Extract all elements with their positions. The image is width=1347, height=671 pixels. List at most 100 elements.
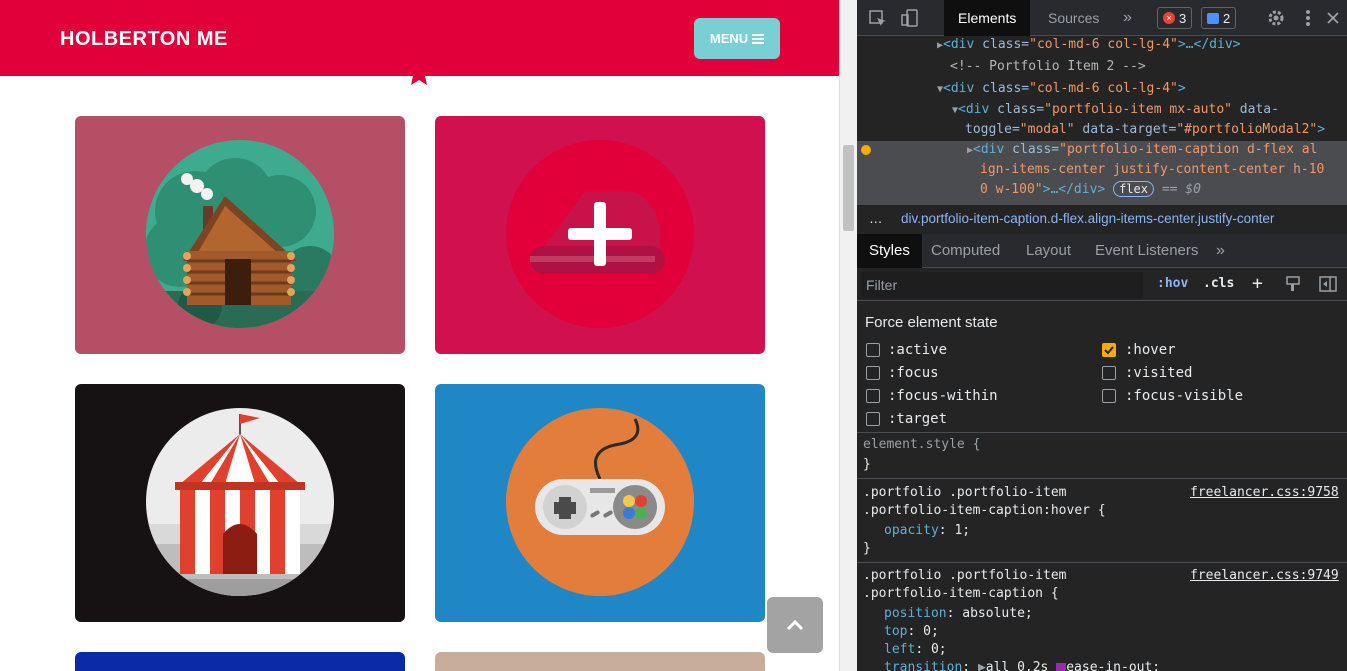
scroll-to-top-button[interactable] xyxy=(767,597,823,653)
rule-divider xyxy=(857,478,1347,479)
more-tabs-icon[interactable]: » xyxy=(1123,0,1132,36)
circus-tent-icon xyxy=(146,408,334,596)
brand-logo[interactable]: HOLBERTON ME xyxy=(60,28,228,51)
portfolio-item-6[interactable] xyxy=(435,652,765,671)
element-style-selector[interactable]: element.style { xyxy=(863,437,980,452)
menu-button[interactable]: MENU xyxy=(694,18,780,59)
breadcrumb-item[interactable]: div.portfolio-item-caption.d-flex.align-… xyxy=(901,211,1274,226)
force-state-title: Force element state xyxy=(865,314,998,331)
close-devtools-icon[interactable] xyxy=(1326,11,1340,25)
dom-tag-end: >…</div> xyxy=(1042,182,1106,197)
css-prop: transition xyxy=(884,660,963,671)
tab-computed[interactable]: Computed xyxy=(931,234,1000,268)
checkbox-focus-within[interactable] xyxy=(866,389,880,403)
dom-node-col-1[interactable]: ▶<div class="col-md-6 col-lg-4">…</div> xyxy=(937,37,1240,52)
portfolio-item-5[interactable] xyxy=(75,652,405,671)
dom-attr: data-target= xyxy=(1074,122,1177,137)
rule1-selector-2[interactable]: .portfolio-item-caption:hover { xyxy=(863,503,1106,518)
checkbox-active[interactable] xyxy=(866,343,880,357)
tab-layout[interactable]: Layout xyxy=(1026,234,1071,268)
rule2-selector-2[interactable]: .portfolio-item-caption { xyxy=(863,586,1059,601)
dom-comment[interactable]: <!-- Portfolio Item 2 --> xyxy=(950,59,1146,74)
css-prop: top xyxy=(884,624,908,639)
dom-val: "portfolio-item mx-auto" xyxy=(1044,102,1232,117)
dom-attr: toggle= xyxy=(965,122,1020,137)
messages-count: 2 xyxy=(1223,10,1231,26)
dom-val: "col-md-6 col-lg-4" xyxy=(1029,37,1178,52)
add-rule-icon[interactable]: + xyxy=(1252,273,1263,294)
checkbox-hover[interactable] xyxy=(1102,343,1116,357)
checkbox-target[interactable] xyxy=(866,412,880,426)
css-val: 0; xyxy=(923,624,939,639)
css-val: 0; xyxy=(930,642,947,657)
rule2-decl-transition[interactable]: transition: ▶all 0.2s ease-in-out; xyxy=(884,660,1160,671)
styles-filter-bar: Filter :hov .cls + xyxy=(857,269,1347,301)
rule1-close: } xyxy=(863,541,871,556)
css-val: ease-in-out; xyxy=(1066,660,1161,671)
errors-badge[interactable]: × 3 xyxy=(1157,7,1193,29)
breadcrumb: … div.portfolio-item-caption.d-flex.alig… xyxy=(857,204,1347,234)
portfolio-item-circus[interactable] xyxy=(75,384,405,622)
dom-node-col-2[interactable]: ▼<div class="col-md-6 col-lg-4"> xyxy=(937,81,1186,96)
tab-elements[interactable]: Elements xyxy=(944,0,1031,36)
dom-val: "col-md-6 col-lg-4" xyxy=(1029,81,1178,96)
dom-node-portfolio-item[interactable]: ▼<div class="portfolio-item mx-auto" dat… xyxy=(952,102,1279,117)
rule2-decl-position[interactable]: position: absolute; xyxy=(884,606,1033,621)
portfolio-item-game[interactable] xyxy=(435,384,765,622)
hov-toggle[interactable]: :hov xyxy=(1157,276,1188,291)
website-viewport: HOLBERTON ME MENU xyxy=(0,0,839,671)
cls-toggle[interactable]: .cls xyxy=(1203,276,1234,291)
portfolio-item-cabin[interactable] xyxy=(75,116,405,354)
checkbox-focus-visible[interactable] xyxy=(1102,389,1116,403)
checkbox-focus[interactable] xyxy=(866,366,880,380)
tab-event-listeners[interactable]: Event Listeners xyxy=(1095,234,1198,268)
device-toolbar-icon[interactable] xyxy=(901,9,919,27)
rule2-decl-top[interactable]: top: 0; xyxy=(884,624,939,639)
checkbox-visited[interactable] xyxy=(1102,366,1116,380)
message-icon xyxy=(1207,12,1219,24)
rule1-declaration[interactable]: opacity: 1; xyxy=(884,523,970,538)
error-icon: × xyxy=(1163,12,1175,24)
styles-filter-input[interactable]: Filter xyxy=(861,272,1143,298)
state-label-target: :target xyxy=(888,411,948,427)
dom-node-portfolio-item-cont: toggle="modal" data-target="#portfolioMo… xyxy=(965,122,1325,137)
page-scrollbar[interactable] xyxy=(839,0,857,671)
flex-badge[interactable]: flex xyxy=(1113,181,1154,197)
menu-label: MENU xyxy=(709,31,749,46)
star-icon xyxy=(406,60,432,86)
kebab-menu-icon[interactable] xyxy=(1305,9,1311,27)
gamepad-icon xyxy=(506,408,694,596)
rule2-decl-left[interactable]: left: 0; xyxy=(884,642,947,657)
css-val: all 0.2s xyxy=(985,660,1049,671)
dom-val: "#portfolioModal2" xyxy=(1176,122,1318,137)
rule2-selector-1[interactable]: .portfolio .portfolio-item xyxy=(863,568,1067,583)
checkmark-icon xyxy=(1104,346,1114,355)
hamburger-icon xyxy=(752,33,765,44)
expand-triangle-icon[interactable]: ▶ xyxy=(978,660,986,671)
portfolio-item-cake[interactable] xyxy=(435,116,765,354)
inspect-icon[interactable] xyxy=(869,10,887,28)
errors-count: 3 xyxy=(1179,10,1187,26)
toggle-sidebar-icon[interactable] xyxy=(1319,276,1337,292)
breadcrumb-more-icon[interactable]: … xyxy=(869,211,883,226)
settings-gear-icon[interactable] xyxy=(1267,9,1285,27)
dollar-zero-label: == $0 xyxy=(1161,182,1201,197)
state-label-focus-within: :focus-within xyxy=(888,388,998,404)
rule1-source-link[interactable]: freelancer.css:9758 xyxy=(1190,485,1339,500)
dom-tag-end: > xyxy=(1177,81,1186,96)
css-prop: opacity xyxy=(884,523,939,538)
messages-badge[interactable]: 2 xyxy=(1201,7,1237,29)
state-label-hover: :hover xyxy=(1125,342,1176,358)
tab-styles[interactable]: Styles xyxy=(857,234,922,268)
warning-dot-icon xyxy=(861,145,871,155)
dom-selected-node[interactable]: ▶<div class="portfolio-item-caption d-fl… xyxy=(857,141,1347,204)
element-style-close: } xyxy=(863,457,871,472)
more-panels-icon[interactable]: » xyxy=(1216,234,1225,268)
rule1-selector-1[interactable]: .portfolio .portfolio-item xyxy=(863,485,1067,500)
state-label-visited: :visited xyxy=(1125,365,1193,381)
tab-sources[interactable]: Sources xyxy=(1048,0,1099,36)
page-scroll-thumb[interactable] xyxy=(843,145,854,231)
easing-swatch-icon[interactable] xyxy=(1056,662,1067,671)
paint-icon[interactable] xyxy=(1285,276,1301,292)
rule2-source-link[interactable]: freelancer.css:9749 xyxy=(1190,568,1339,583)
